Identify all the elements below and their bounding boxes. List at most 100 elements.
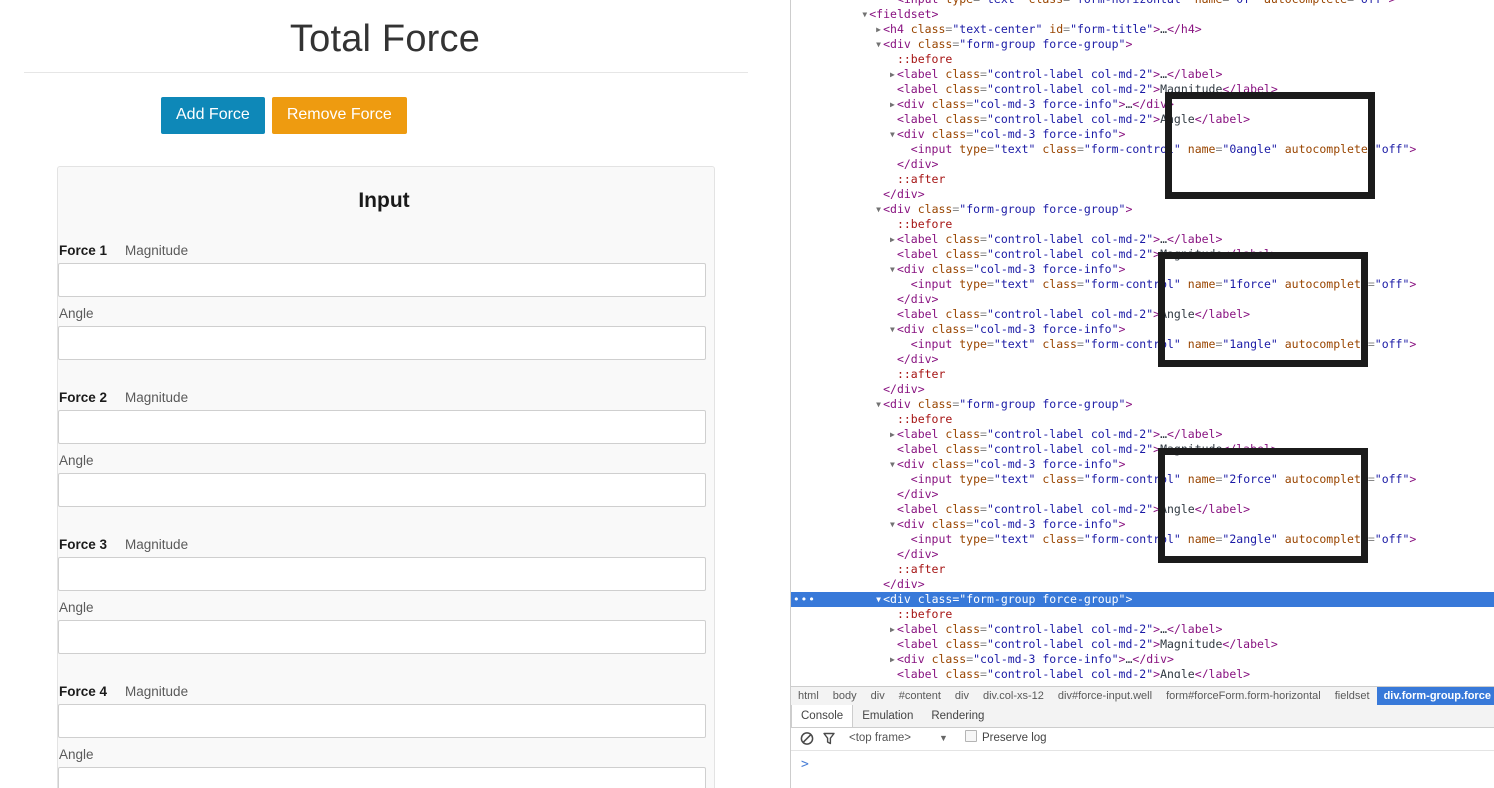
dom-node[interactable]: <input type="text" class="form-horizonta… (791, 0, 1494, 7)
filter-icon[interactable] (822, 727, 836, 750)
dom-node[interactable]: ▶ <label class="control-label col-md-2">…… (791, 67, 1494, 82)
expand-triangle-icon[interactable]: ▶ (888, 232, 897, 247)
dom-node[interactable]: </div> (791, 577, 1494, 592)
dom-node[interactable]: <label class="control-label col-md-2">Ma… (791, 442, 1494, 457)
dom-node[interactable]: ::before (791, 607, 1494, 622)
dom-node[interactable]: ::after (791, 172, 1494, 187)
drawer-tab-bar[interactable]: Console Emulation Rendering (791, 705, 1494, 728)
breadcrumb-item[interactable]: html (791, 687, 826, 706)
collapse-triangle-icon[interactable]: ▼ (888, 262, 897, 277)
magnitude-input[interactable] (58, 410, 706, 444)
dom-node[interactable]: <input type="text" class="form-control" … (791, 337, 1494, 352)
dom-node[interactable]: <input type="text" class="form-control" … (791, 532, 1494, 547)
breadcrumb-item[interactable]: div.col-xs-12 (976, 687, 1051, 706)
magnitude-input[interactable] (58, 704, 706, 738)
dom-node[interactable]: <label class="control-label col-md-2">Ma… (791, 82, 1494, 97)
dom-token-tag: </h4> (1167, 22, 1202, 36)
dom-node[interactable]: ▶ <div class="col-md-3 force-info">…</div… (791, 652, 1494, 667)
dom-node[interactable]: ▼ <div class="form-group force-group"> (791, 202, 1494, 217)
breadcrumb-item[interactable]: body (826, 687, 864, 706)
expand-triangle-icon[interactable]: ▶ (888, 622, 897, 637)
breadcrumb[interactable]: html body div #content div div.col-xs-12 div#f… (791, 686, 1494, 707)
frame-selector[interactable]: <top frame> (849, 727, 911, 750)
dom-node[interactable]: <label class="control-label col-md-2">An… (791, 307, 1494, 322)
dom-node[interactable]: ▼ <div class="col-md-3 force-info"> (791, 457, 1494, 472)
chevron-down-icon[interactable]: ▼ (939, 727, 948, 750)
dom-node[interactable]: <input type="text" class="form-control" … (791, 277, 1494, 292)
expand-triangle-icon[interactable]: ▶ (888, 427, 897, 442)
dom-node[interactable]: ▶ <div class="col-md-3 force-info">…</div… (791, 97, 1494, 112)
dom-token-tag: > (1118, 127, 1126, 141)
dom-node[interactable]: <label class="control-label col-md-2">Ma… (791, 247, 1494, 262)
dom-node[interactable]: ▼ <fieldset> (791, 7, 1494, 22)
force-group-header: Force 3 Magnitude (58, 537, 710, 553)
dom-node[interactable]: <label class="control-label col-md-2">Ma… (791, 637, 1494, 652)
preserve-log-checkbox[interactable] (965, 730, 977, 742)
drawer-tab-console[interactable]: Console (791, 705, 854, 727)
dom-node[interactable]: </div> (791, 187, 1494, 202)
dom-node[interactable]: ::before (791, 412, 1494, 427)
angle-input[interactable] (58, 473, 706, 507)
dom-node[interactable]: ▶ <label class="control-label col-md-2">…… (791, 232, 1494, 247)
dom-node[interactable]: ▶ <label class="control-label col-md-2">…… (791, 622, 1494, 637)
dom-node[interactable]: </div> (791, 547, 1494, 562)
collapse-triangle-icon[interactable]: ▼ (874, 37, 883, 52)
remove-force-button[interactable]: Remove Force (271, 97, 407, 134)
angle-input[interactable] (58, 620, 706, 654)
dom-node[interactable]: ▼ <div class="col-md-3 force-info"> (791, 517, 1494, 532)
clear-console-icon[interactable] (800, 727, 814, 750)
dom-node[interactable]: ▼ <div class="col-md-3 force-info"> (791, 262, 1494, 277)
collapse-triangle-icon[interactable]: ▼ (888, 322, 897, 337)
angle-input[interactable] (58, 767, 706, 788)
console-input-area[interactable]: > (791, 751, 1494, 788)
magnitude-input[interactable] (58, 557, 706, 591)
breadcrumb-item[interactable]: fieldset (1328, 687, 1377, 706)
expand-triangle-icon[interactable]: ▶ (874, 22, 883, 37)
breadcrumb-item[interactable]: #content (892, 687, 948, 706)
dom-node[interactable]: <label class="control-label col-md-2">An… (791, 112, 1494, 127)
collapse-triangle-icon[interactable]: ▼ (874, 397, 883, 412)
dom-node[interactable]: ::after (791, 367, 1494, 382)
breadcrumb-item[interactable]: form#forceForm.form-horizontal (1159, 687, 1328, 706)
dom-tree-pane[interactable]: <input type="text" class="form-horizonta… (791, 0, 1494, 678)
dom-node[interactable]: ▼ <div class="form-group force-group"> (791, 37, 1494, 52)
add-force-button[interactable]: Add Force (161, 97, 265, 134)
dom-node[interactable]: ::before (791, 217, 1494, 232)
dom-node[interactable]: ::after (791, 562, 1494, 577)
dom-node[interactable]: ▼ <div class="form-group force-group"> (791, 397, 1494, 412)
dom-node[interactable]: </div> (791, 382, 1494, 397)
dom-node[interactable]: ▼ <div class="col-md-3 force-info"> (791, 322, 1494, 337)
drawer-tab-rendering[interactable]: Rendering (922, 705, 993, 727)
expand-triangle-icon[interactable]: ▶ (888, 652, 897, 667)
collapse-triangle-icon[interactable]: ▼ (888, 457, 897, 472)
dom-node[interactable]: </div> (791, 352, 1494, 367)
drawer-tab-emulation[interactable]: Emulation (853, 705, 922, 727)
collapse-triangle-icon[interactable]: ▼ (888, 517, 897, 532)
collapse-triangle-icon[interactable]: ▼ (874, 592, 883, 607)
expand-triangle-icon[interactable]: ▶ (888, 97, 897, 112)
breadcrumb-item[interactable]: div.form-group.force (1376, 687, 1494, 706)
expand-triangle-icon[interactable]: ▶ (888, 67, 897, 82)
dom-node[interactable]: </div> (791, 292, 1494, 307)
preserve-log-toggle[interactable]: Preserve log (965, 727, 1047, 750)
magnitude-input[interactable] (58, 263, 706, 297)
breadcrumb-item[interactable]: div (948, 687, 976, 706)
dom-node[interactable]: ▶ <label class="control-label col-md-2">…… (791, 427, 1494, 442)
dom-token-attr: class (938, 67, 981, 81)
dom-node[interactable]: <label class="control-label col-md-2">An… (791, 502, 1494, 517)
dom-node[interactable]: ▶ <h4 class="text-center" id="form-title"… (791, 22, 1494, 37)
dom-node[interactable]: <input type="text" class="form-control" … (791, 142, 1494, 157)
dom-node[interactable]: </div> (791, 487, 1494, 502)
dom-node[interactable]: ::before (791, 52, 1494, 67)
angle-input[interactable] (58, 326, 706, 360)
breadcrumb-item[interactable]: div#force-input.well (1051, 687, 1159, 706)
dom-node-selected[interactable]: ••• ▼ <div class="form-group force-group"… (791, 592, 1494, 607)
collapse-triangle-icon[interactable]: ▼ (888, 127, 897, 142)
dom-node[interactable]: </div> (791, 157, 1494, 172)
dom-node[interactable]: <input type="text" class="form-control" … (791, 472, 1494, 487)
breadcrumb-item[interactable]: div (864, 687, 892, 706)
collapse-triangle-icon[interactable]: ▼ (874, 202, 883, 217)
dom-node[interactable]: ▼ <div class="col-md-3 force-info"> (791, 127, 1494, 142)
dom-node[interactable]: <label class="control-label col-md-2">An… (791, 667, 1494, 678)
collapse-triangle-icon[interactable]: ▼ (860, 7, 869, 22)
